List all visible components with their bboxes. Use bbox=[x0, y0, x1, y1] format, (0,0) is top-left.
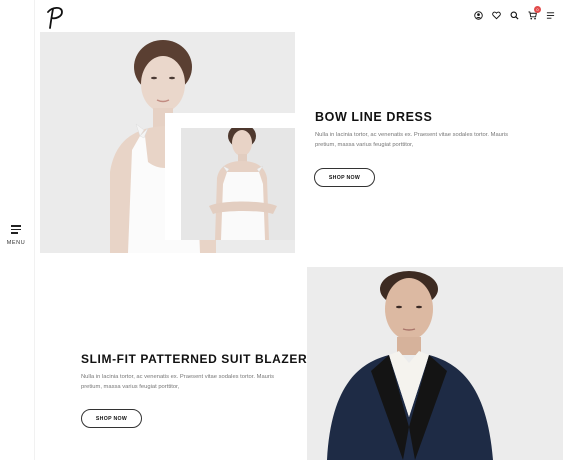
brand-logo[interactable] bbox=[44, 6, 66, 30]
product-title-bow-line-dress: BOW LINE DRESS bbox=[315, 110, 433, 124]
product-description-suit-blazer: Nulla in lacinia tortor, ac venenatis ex… bbox=[81, 374, 275, 390]
hamburger-icon[interactable] bbox=[545, 10, 555, 20]
shop-now-button-dress[interactable]: SHOP NOW bbox=[314, 168, 375, 187]
product-description-bow-line-dress: Nulla in lacinia tortor, ac venenatis ex… bbox=[315, 132, 509, 148]
cart-icon[interactable]: 0 bbox=[527, 6, 541, 20]
search-icon[interactable] bbox=[509, 10, 519, 20]
shop-now-button-blazer[interactable]: SHOP NOW bbox=[81, 409, 142, 428]
heart-icon[interactable] bbox=[491, 10, 501, 20]
side-rail: MENU bbox=[0, 0, 35, 460]
bow-line-dress-inset-image bbox=[181, 128, 295, 240]
menu-icon bbox=[11, 225, 21, 234]
cart-count-badge: 0 bbox=[534, 6, 541, 13]
bow-line-dress-inset-frame bbox=[165, 113, 295, 240]
product-title-suit-blazer: SLIM-FIT PATTERNED SUIT BLAZER bbox=[81, 352, 308, 366]
user-icon[interactable] bbox=[473, 10, 483, 20]
header-icons: 0 bbox=[473, 6, 555, 20]
suit-blazer-image bbox=[307, 267, 563, 460]
menu-toggle-button[interactable]: MENU bbox=[3, 225, 29, 253]
menu-label: MENU bbox=[6, 239, 26, 246]
